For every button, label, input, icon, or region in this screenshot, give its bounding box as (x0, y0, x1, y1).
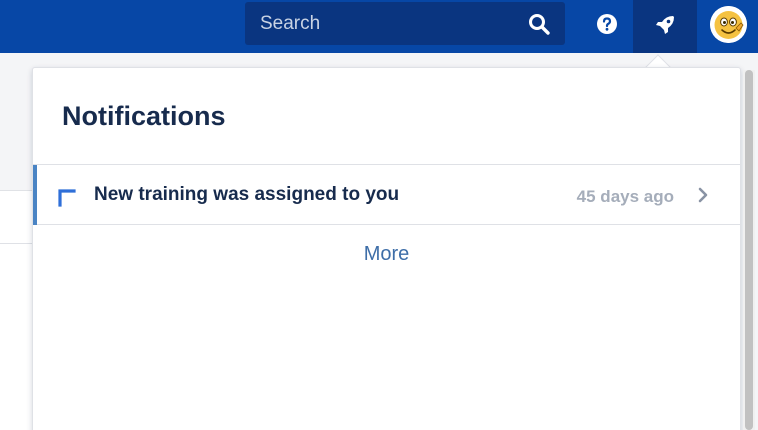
more-link[interactable]: More (33, 243, 740, 266)
notification-item[interactable]: New training was assigned to you 45 days… (33, 164, 740, 225)
user-avatar-icon (710, 6, 747, 43)
training-icon (58, 189, 76, 207)
rocket-icon (656, 16, 674, 34)
chevron-right-icon[interactable] (696, 186, 710, 204)
notifications-title: Notifications (62, 101, 226, 131)
search-input[interactable]: Search (245, 2, 565, 45)
search-placeholder: Search (260, 13, 321, 34)
scrollbar-thumb[interactable] (745, 70, 753, 430)
scrollbar[interactable] (743, 70, 755, 430)
avatar[interactable] (710, 6, 747, 43)
unread-indicator (33, 165, 37, 225)
notification-time: 45 days ago (576, 187, 674, 206)
notifications-dropdown: Notifications New training was assigned … (32, 67, 741, 430)
search-icon[interactable] (527, 12, 551, 36)
notification-text: New training was assigned to you (94, 184, 400, 205)
help-icon[interactable] (596, 13, 618, 35)
notifications-button[interactable] (633, 0, 697, 53)
top-navigation-bar: Search (0, 0, 758, 53)
